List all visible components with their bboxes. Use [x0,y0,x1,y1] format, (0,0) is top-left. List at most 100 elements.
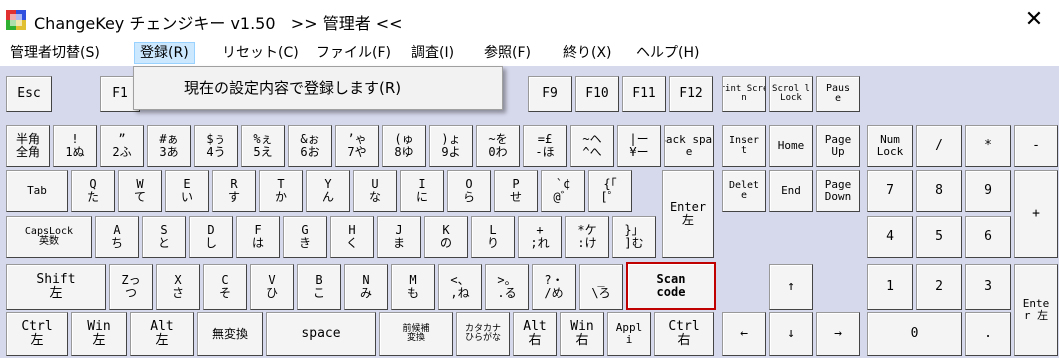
key-comma[interactable]: <、 ,ね [438,264,482,310]
key-yen[interactable]: |ー ¥ー [617,125,661,167]
key-scroll-lock[interactable]: Scrol l Lock [769,76,813,112]
key-enter-main[interactable]: Enter 左 [662,170,714,258]
key-scan-code[interactable]: Scan code [626,262,716,310]
menu-switch-admin[interactable]: 管理者切替(S) [5,43,105,63]
key-w[interactable]: Wて [118,170,162,212]
key-1[interactable]: ! 1ぬ [53,125,97,167]
key-backspace[interactable]: Back space [664,125,714,167]
key-right-bracket[interactable]: }」]む [612,216,656,258]
key-henkan[interactable]: 前候補 変換 [379,312,453,356]
key-numpad-2[interactable]: 2 [916,264,962,310]
key-left-bracket[interactable]: {「 [゜ [588,170,632,212]
key-delete[interactable]: Delet e [722,170,766,212]
key-numpad-7[interactable]: 7 [867,170,913,212]
key-period[interactable]: >。 .る [485,264,529,310]
menu-reference[interactable]: 参照(F) [479,43,536,63]
key-numpad-5[interactable]: 5 [916,216,962,258]
key-end[interactable]: End [769,170,813,212]
key-numpad-plus[interactable]: + [1014,170,1058,258]
key-ctrl-left[interactable]: Ctrl 左 [6,312,68,356]
key-m[interactable]: Mも [391,264,435,310]
key-c[interactable]: Cそ [203,264,247,310]
key-caps-lock[interactable]: CapsLock 英数 [6,216,92,258]
key-z[interactable]: Zっつ [109,264,153,310]
key-pause[interactable]: Paus e [816,76,860,112]
key-g[interactable]: Gき [283,216,327,258]
key-e[interactable]: Eい [165,170,209,212]
key-muhenkan[interactable]: 無変換 [197,312,263,356]
key-6[interactable]: &ぉ 6お [288,125,332,167]
key-u[interactable]: Uな [353,170,397,212]
key-v[interactable]: Vひ [250,264,294,310]
key-numpad-minus[interactable]: - [1014,125,1058,167]
key-numpad-9[interactable]: 9 [965,170,1011,212]
key-arrow-left[interactable]: ← [722,312,766,356]
key-d[interactable]: Dし [189,216,233,258]
key-s[interactable]: Sと [142,216,186,258]
key-numpad-4[interactable]: 4 [867,216,913,258]
key-arrow-right[interactable]: → [816,312,860,356]
key-f12[interactable]: F12 [669,76,713,112]
key-katakana-hiragana[interactable]: カタカナ ひらがな [456,312,510,356]
key-t[interactable]: Tか [259,170,303,212]
key-k[interactable]: Kの [424,216,468,258]
close-icon[interactable]: ✕ [1020,6,1048,34]
key-numpad-enter[interactable]: Ente r 左 [1014,264,1058,356]
menu-investigate[interactable]: 調査(I) [406,43,459,63]
key-win-right[interactable]: Win 右 [560,312,604,356]
key-tab[interactable]: Tab [6,170,68,212]
key-home[interactable]: Home [769,125,813,167]
key-page-up[interactable]: Page Up [816,125,860,167]
key-application[interactable]: Appl i [607,312,651,356]
key-y[interactable]: Yん [306,170,350,212]
key-alt-left[interactable]: Alt 左 [130,312,194,356]
key-caret[interactable]: ~ヘ ^へ [570,125,614,167]
key-ctrl-right[interactable]: Ctrl 右 [654,312,714,356]
key-page-down[interactable]: Page Down [816,170,860,212]
key-n[interactable]: Nみ [344,264,388,310]
key-x[interactable]: Xさ [156,264,200,310]
key-a[interactable]: Aち [95,216,139,258]
key-numpad-divide[interactable]: / [916,125,962,167]
key-hankaku-zenkaku[interactable]: 半角 全角 [6,125,50,167]
menu-exit[interactable]: 終り(X) [558,43,617,63]
menu-file[interactable]: ファイル(F) [311,43,396,63]
key-win-left[interactable]: Win 左 [71,312,127,356]
key-num-lock[interactable]: Num Lock [867,125,913,167]
key-at[interactable]: `¢ @゛ [541,170,585,212]
key-7[interactable]: ’ゃ 7や [335,125,379,167]
key-2[interactable]: ” 2ふ [100,125,144,167]
key-5[interactable]: %ぇ 5え [241,125,285,167]
key-q[interactable]: Qた [71,170,115,212]
dropdown-item-register-current[interactable]: 現在の設定内容で登録します(R) [184,77,401,98]
key-space[interactable]: space [266,312,376,356]
key-esc[interactable]: Esc [6,76,52,112]
key-arrow-down[interactable]: ↓ [769,312,813,356]
key-numpad-decimal[interactable]: . [965,312,1011,356]
key-numpad-3[interactable]: 3 [965,264,1011,310]
menu-register[interactable]: 登録(R) [134,42,195,64]
key-shift-left[interactable]: Shift 左 [6,264,106,310]
key-9[interactable]: )ょ 9よ [429,125,473,167]
key-f9[interactable]: F9 [528,76,572,112]
key-alt-right[interactable]: Alt 右 [513,312,557,356]
key-minus[interactable]: =£ -ほ [523,125,567,167]
key-numpad-6[interactable]: 6 [965,216,1011,258]
key-semicolon[interactable]: + ;れ [518,216,562,258]
key-print-screen[interactable]: Print Screen [722,76,766,112]
key-f[interactable]: Fは [236,216,280,258]
key-o[interactable]: Oら [447,170,491,212]
key-f11[interactable]: F11 [622,76,666,112]
key-4[interactable]: $ぅ 4う [194,125,238,167]
key-i[interactable]: Iに [400,170,444,212]
key-f10[interactable]: F10 [575,76,619,112]
key-h[interactable]: Hく [330,216,374,258]
key-numpad-1[interactable]: 1 [867,264,913,310]
key-colon[interactable]: *ケ:け [565,216,609,258]
key-3[interactable]: #ぁ 3あ [147,125,191,167]
key-arrow-up[interactable]: ↑ [769,264,813,310]
key-numpad-8[interactable]: 8 [916,170,962,212]
key-r[interactable]: Rす [212,170,256,212]
key-numpad-multiply[interactable]: * [965,125,1011,167]
key-numpad-0[interactable]: 0 [867,312,962,356]
